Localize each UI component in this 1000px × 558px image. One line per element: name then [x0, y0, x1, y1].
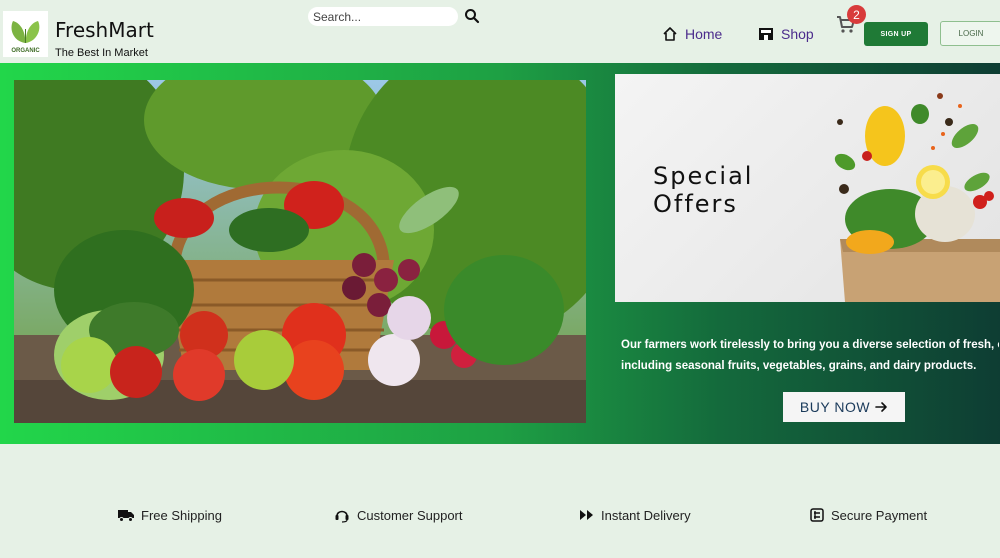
nav-shop-label: Shop [781, 26, 814, 42]
feature-label: Customer Support [357, 507, 463, 523]
hero-description-line: Our farmers work tirelessly to bring you… [621, 339, 999, 351]
secure-payment-icon [810, 508, 824, 522]
nav-home-label: Home [685, 26, 723, 42]
feature-instant-delivery: Instant Delivery [580, 506, 691, 524]
search-input[interactable] [308, 7, 458, 26]
arrow-right-icon [875, 402, 887, 412]
home-icon [663, 27, 677, 41]
organic-logo[interactable]: ORGANIC [3, 11, 48, 57]
headset-icon [335, 510, 349, 523]
brand-name[interactable]: FreshMart [55, 18, 154, 42]
brand-tagline: The Best In Market [55, 47, 148, 59]
buy-now-label: BUY NOW [799, 399, 871, 415]
feature-label: Instant Delivery [601, 507, 691, 523]
offer-title-line: Special [653, 162, 754, 190]
site-header: ORGANIC FreshMart The Best In Market Hom… [0, 0, 1000, 63]
shop-icon [759, 28, 773, 40]
feature-label: Secure Payment [831, 507, 928, 523]
hero-description: Our farmers work tirelessly to bring you… [621, 335, 999, 377]
offer-title-line: Offers [653, 190, 738, 218]
search-button[interactable] [464, 8, 482, 26]
nav-shop-link[interactable]: Shop [758, 24, 814, 44]
buy-now-button[interactable]: BUY NOW [783, 392, 905, 422]
cart-count-badge: 2 [847, 5, 866, 24]
signup-button[interactable]: SIGN UP [864, 22, 928, 46]
search-icon [465, 9, 480, 24]
feature-customer-support: Customer Support [334, 506, 463, 524]
feature-label: Free Shipping [141, 507, 222, 523]
login-button[interactable]: LOGIN [940, 21, 1000, 46]
feature-free-shipping: Free Shipping [118, 506, 222, 524]
hero-description-line: including seasonal fruits, vegetables, g… [621, 360, 977, 372]
special-offers-title: Special Offers [653, 162, 783, 218]
feature-secure-payment: Secure Payment [810, 506, 927, 524]
svg-text:ORGANIC: ORGANIC [11, 48, 40, 54]
nav-home-link[interactable]: Home [662, 24, 722, 44]
fast-forward-icon [580, 510, 593, 520]
vegetable-basket-image [14, 80, 586, 423]
truck-icon [118, 510, 134, 522]
